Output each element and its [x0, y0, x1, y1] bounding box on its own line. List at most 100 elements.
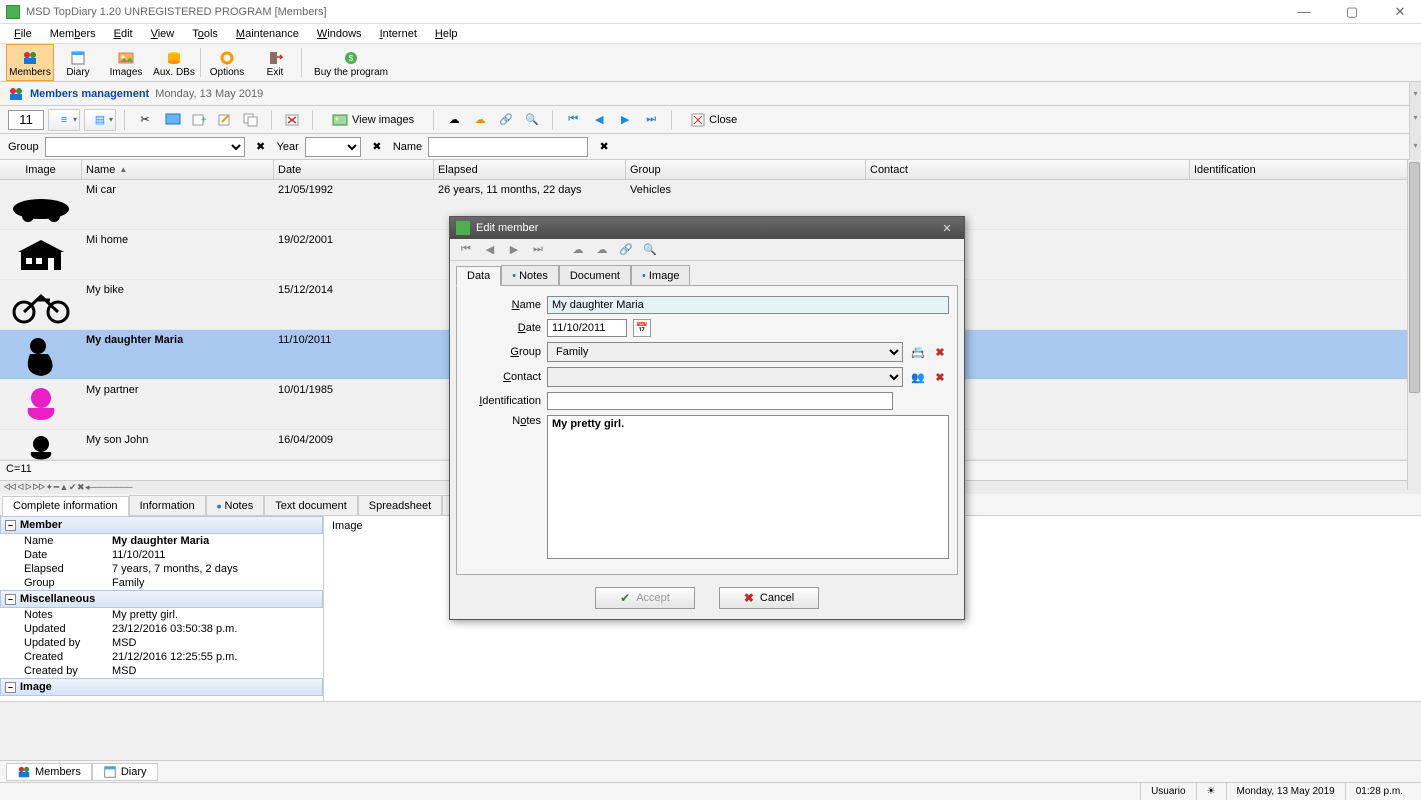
bar-grip[interactable] — [1409, 134, 1421, 160]
menu-maintenance[interactable]: Maintenance — [228, 26, 307, 42]
search-icon[interactable]: 🔍 — [520, 109, 544, 131]
fld-group-select[interactable]: Family — [547, 342, 903, 362]
dlg-cloud1-icon[interactable]: ☁ — [568, 241, 588, 259]
table-header: Image Name Date Elapsed Group Contact Id… — [0, 160, 1421, 180]
dlg-tab-notes[interactable]: •Notes — [501, 265, 559, 285]
tb-options[interactable]: Options — [203, 44, 251, 81]
bar-grip[interactable] — [1409, 106, 1421, 134]
dlg-tab-data[interactable]: Data — [456, 266, 501, 286]
tb-auxdbs[interactable]: Aux. DBs — [150, 44, 198, 81]
col-name[interactable]: Name — [82, 160, 274, 179]
tb-exit[interactable]: Exit — [251, 44, 299, 81]
cut-icon[interactable]: ✂ — [133, 109, 157, 131]
col-elapsed[interactable]: Elapsed — [434, 160, 626, 179]
tb-images[interactable]: Images — [102, 44, 150, 81]
clear-name-icon[interactable]: ✖ — [594, 137, 614, 157]
info-member-header[interactable]: –Member — [0, 516, 323, 534]
menu-internet[interactable]: Internet — [372, 26, 425, 42]
menu-help[interactable]: Help — [427, 26, 466, 42]
link-icon[interactable]: 🔗 — [494, 109, 518, 131]
group-lookup-icon[interactable]: 📇 — [909, 343, 927, 361]
last-record-icon[interactable]: ⏭ — [639, 109, 663, 131]
dlg-next-icon[interactable]: ▶ — [504, 241, 524, 259]
group-clear-icon[interactable]: ✖ — [931, 343, 949, 361]
dlg-first-icon[interactable]: ⏮ — [456, 241, 476, 259]
tab-information[interactable]: Information — [129, 495, 206, 515]
first-record-icon[interactable]: ⏮ — [561, 109, 585, 131]
v-scrollbar[interactable] — [1407, 160, 1421, 490]
filter-year-select[interactable] — [305, 137, 361, 157]
tab-spreadsheet[interactable]: Spreadsheet — [358, 495, 442, 515]
record-count-input[interactable] — [8, 110, 44, 130]
wtab-members[interactable]: Members — [6, 763, 92, 781]
maximize-button[interactable]: ▢ — [1337, 3, 1367, 21]
view-mode-dropdown[interactable]: ≡ — [48, 109, 80, 131]
nav-cloud1-icon[interactable]: ☁ — [442, 109, 466, 131]
info-elapsed-value: 7 years, 7 months, 2 days — [108, 563, 323, 575]
col-date[interactable]: Date — [274, 160, 434, 179]
contact-lookup-icon[interactable]: 👥 — [909, 368, 927, 386]
dlg-tab-image[interactable]: •Image — [631, 265, 690, 285]
tab-complete-information[interactable]: Complete information — [2, 496, 129, 516]
fld-date-input[interactable] — [547, 319, 627, 337]
clear-year-icon[interactable]: ✖ — [367, 137, 387, 157]
col-ident[interactable]: Identification — [1190, 160, 1421, 179]
dialog-body: Name Date 📅 Group Family 📇 ✖ Contact 👥 ✖ — [456, 285, 958, 575]
dlg-tab-document[interactable]: Document — [559, 265, 631, 285]
menu-edit[interactable]: Edit — [106, 26, 141, 42]
fld-name-input[interactable] — [547, 296, 949, 314]
tb-members[interactable]: Members — [6, 44, 54, 81]
menu-windows[interactable]: Windows — [309, 26, 370, 42]
menu-file[interactable]: File — [6, 26, 40, 42]
menu-tools[interactable]: Tools — [184, 26, 226, 42]
filter-name-input[interactable] — [428, 137, 588, 157]
delete-record-icon[interactable] — [280, 109, 304, 131]
accept-button[interactable]: ✔Accept — [595, 587, 695, 609]
fld-contact-select[interactable] — [547, 367, 903, 387]
close-view-button[interactable]: Close — [680, 109, 748, 131]
info-image-header[interactable]: –Image — [0, 678, 323, 696]
prev-record-icon[interactable]: ◀ — [587, 109, 611, 131]
copy-record-icon[interactable] — [239, 109, 263, 131]
nav-cloud2-icon[interactable]: ☁ — [468, 109, 492, 131]
dlg-link-icon[interactable]: 🔗 — [616, 241, 636, 259]
clear-group-icon[interactable]: ✖ — [251, 137, 271, 157]
menu-view[interactable]: View — [143, 26, 183, 42]
filter-group-label: Group — [8, 141, 39, 153]
contact-clear-icon[interactable]: ✖ — [931, 368, 949, 386]
menu-members[interactable]: Members — [42, 26, 104, 42]
col-image[interactable]: Image — [0, 160, 82, 179]
screen-icon[interactable] — [161, 109, 185, 131]
cancel-button[interactable]: ✖Cancel — [719, 587, 819, 609]
info-misc-header[interactable]: –Miscellaneous — [0, 590, 323, 608]
info-group-label: Group — [0, 577, 108, 589]
dialog-title: Edit member — [476, 222, 538, 234]
minimize-button[interactable]: — — [1289, 3, 1319, 21]
close-window-button[interactable]: ✕ — [1385, 3, 1415, 21]
fld-group-label: Group — [465, 346, 541, 358]
dialog-close-button[interactable]: ✕ — [936, 222, 958, 235]
dlg-prev-icon[interactable]: ◀ — [480, 241, 500, 259]
wtab-diary[interactable]: Diary — [92, 763, 158, 781]
dialog-titlebar[interactable]: Edit member ✕ — [450, 217, 964, 239]
dlg-cloud2-icon[interactable]: ☁ — [592, 241, 612, 259]
filter-group-select[interactable] — [45, 137, 245, 157]
bar-grip[interactable] — [1409, 82, 1421, 106]
dlg-search-icon[interactable]: 🔍 — [640, 241, 660, 259]
info-group-value: Family — [108, 577, 323, 589]
view-images-button[interactable]: View images — [321, 109, 425, 131]
tb-diary[interactable]: Diary — [54, 44, 102, 81]
tab-notes[interactable]: •Notes — [206, 495, 265, 515]
calendar-icon[interactable]: 📅 — [633, 319, 651, 337]
edit-record-icon[interactable] — [213, 109, 237, 131]
tab-text-document[interactable]: Text document — [264, 495, 358, 515]
fld-ident-input[interactable] — [547, 392, 893, 410]
fld-notes-textarea[interactable]: My pretty girl. — [547, 415, 949, 559]
tb-buy[interactable]: $Buy the program — [304, 44, 398, 81]
dlg-last-icon[interactable]: ⏭ — [528, 241, 548, 259]
col-contact[interactable]: Contact — [866, 160, 1190, 179]
new-record-icon[interactable]: + — [187, 109, 211, 131]
sort-dropdown[interactable]: ▤ — [84, 109, 116, 131]
next-record-icon[interactable]: ▶ — [613, 109, 637, 131]
col-group[interactable]: Group — [626, 160, 866, 179]
